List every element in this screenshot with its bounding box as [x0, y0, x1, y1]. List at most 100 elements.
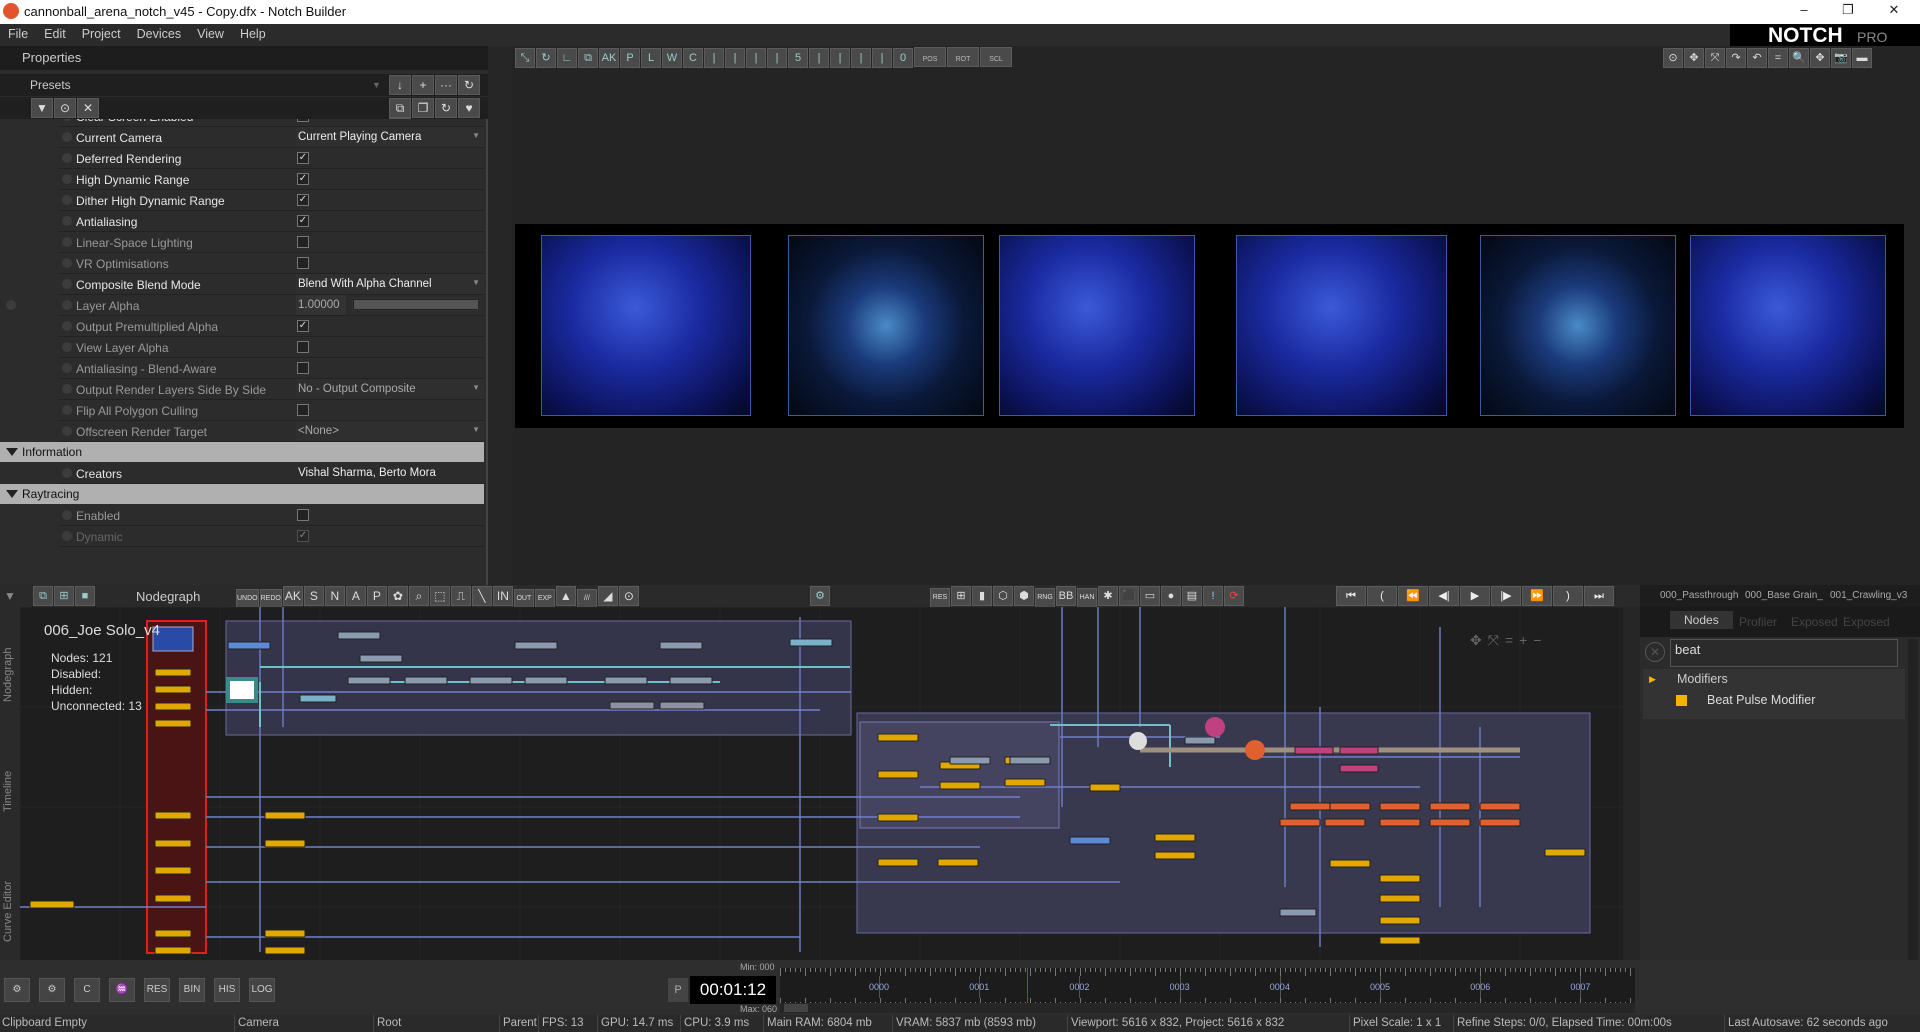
- viewport-tool-button[interactable]: |: [725, 48, 745, 68]
- properties-header[interactable]: Properties: [0, 46, 488, 70]
- nodegraph-tool-button[interactable]: A: [345, 586, 366, 606]
- node[interactable]: [227, 641, 271, 650]
- node[interactable]: [154, 839, 192, 848]
- property-checkbox[interactable]: ✓: [297, 215, 309, 227]
- node[interactable]: [154, 866, 192, 875]
- node[interactable]: [1479, 818, 1521, 827]
- node[interactable]: [937, 858, 979, 867]
- node[interactable]: [154, 685, 192, 694]
- display-tool-button[interactable]: !: [1203, 586, 1223, 606]
- node[interactable]: [154, 946, 192, 955]
- filter-button[interactable]: ✕: [77, 98, 99, 118]
- timeline-scrollbar[interactable]: [780, 1003, 1635, 1013]
- settings-gear-icon[interactable]: ⚙: [810, 586, 830, 606]
- close-button[interactable]: ✕: [1874, 2, 1914, 18]
- display-tool-button[interactable]: RNG: [1035, 588, 1055, 608]
- panel-tab-exposed[interactable]: Exposed: [1843, 615, 1890, 629]
- node[interactable]: [1379, 874, 1421, 883]
- keyframe-dot-icon[interactable]: [62, 342, 72, 352]
- node[interactable]: [154, 702, 192, 711]
- property-dropdown[interactable]: Blend With Alpha Channel: [296, 274, 484, 294]
- property-checkbox[interactable]: [297, 362, 309, 374]
- viewport-tool-button[interactable]: 5: [788, 48, 808, 68]
- nodegraph-tool-button[interactable]: ///: [576, 589, 597, 609]
- display-tool-button[interactable]: BB: [1056, 586, 1076, 606]
- node[interactable]: [1089, 783, 1121, 792]
- keyframe-dot-icon[interactable]: [62, 279, 72, 289]
- nodegraph-scrollbar[interactable]: [1623, 607, 1635, 960]
- node[interactable]: [789, 638, 833, 647]
- display-tool-button[interactable]: ⬢: [1014, 586, 1034, 606]
- display-tool-button[interactable]: ▭: [1140, 586, 1160, 606]
- nodegraph-tool-button[interactable]: S: [303, 586, 324, 606]
- nodegraph-tool-button[interactable]: ╲: [471, 586, 492, 606]
- node[interactable]: [1184, 736, 1216, 745]
- node-sphere[interactable]: [1205, 717, 1225, 737]
- keyframe-dot-icon[interactable]: [62, 384, 72, 394]
- tool-button[interactable]: LOG: [249, 978, 275, 1002]
- help-icon[interactable]: [6, 300, 16, 310]
- tab-curve-editor[interactable]: Curve Editor: [2, 881, 14, 942]
- node[interactable]: [1379, 916, 1421, 925]
- node[interactable]: [609, 701, 655, 710]
- transport-button[interactable]: ⏪: [1398, 586, 1428, 606]
- nodegraph-tool-button[interactable]: P: [366, 586, 387, 606]
- node[interactable]: [1154, 833, 1196, 842]
- property-action-button[interactable]: ♥: [458, 98, 480, 118]
- preset-button[interactable]: ↻: [458, 75, 480, 95]
- layer-tab[interactable]: 000_Passthrough: [1660, 590, 1740, 601]
- tool-button[interactable]: RES: [144, 978, 170, 1002]
- node[interactable]: [949, 756, 991, 765]
- render-viewport[interactable]: ⤡ ↻ ∟ ⧉ AK P L W C | | | | 5 | | | | 0 POS ROT SCL ⊙ ✥ ⤧ ↷ ↶ = 🔍 ✥ 📷 ▬: [512, 46, 1920, 585]
- viewport-tool-button[interactable]: |: [830, 48, 850, 68]
- node[interactable]: [659, 701, 705, 710]
- nodes-panel-scrollbar[interactable]: [1908, 639, 1918, 1009]
- transport-button[interactable]: ⏩: [1522, 586, 1552, 606]
- nodegraph-tool-button[interactable]: IN: [492, 586, 513, 606]
- node[interactable]: [877, 813, 919, 822]
- filter-button[interactable]: ▼: [31, 98, 53, 118]
- node[interactable]: [1429, 818, 1471, 827]
- node[interactable]: [877, 858, 919, 867]
- node-sphere[interactable]: [1129, 732, 1147, 750]
- property-action-button[interactable]: ❐: [412, 98, 434, 118]
- property-checkbox[interactable]: [297, 236, 309, 248]
- display-tool-button[interactable]: ⊞: [951, 586, 971, 606]
- nodegraph-tool-button[interactable]: ⎍: [450, 586, 471, 606]
- node-sphere[interactable]: [1245, 740, 1265, 760]
- keyframe-dot-icon[interactable]: [62, 405, 72, 415]
- keyframe-dot-icon[interactable]: [62, 195, 72, 205]
- node[interactable]: [877, 733, 919, 742]
- viewport-tool-button[interactable]: |: [872, 48, 892, 68]
- node[interactable]: [404, 676, 448, 685]
- menu-view[interactable]: View: [189, 24, 232, 41]
- node[interactable]: [877, 770, 919, 779]
- node[interactable]: [264, 839, 306, 848]
- panel-tab-profiler[interactable]: Profiler: [1739, 615, 1777, 629]
- display-tool-button[interactable]: RES: [930, 588, 950, 608]
- keyframe-dot-icon[interactable]: [62, 363, 72, 373]
- keyframe-dot-icon[interactable]: [62, 174, 72, 184]
- node[interactable]: [337, 631, 381, 640]
- menu-project[interactable]: Project: [74, 24, 129, 41]
- keyframe-dot-icon[interactable]: [62, 237, 72, 247]
- property-slider[interactable]: [352, 298, 478, 311]
- nodegraph-tool-button[interactable]: ✿: [387, 586, 408, 606]
- transport-button[interactable]: ⏭: [1584, 586, 1614, 606]
- node[interactable]: [1544, 848, 1586, 857]
- nodegraph-canvas[interactable]: 006_Joe Solo_v4 Nodes: 121 Disabled: Hid…: [20, 607, 1635, 960]
- keyframe-dot-icon[interactable]: [62, 153, 72, 163]
- keyframe-dot-icon[interactable]: [62, 132, 72, 142]
- node[interactable]: [154, 811, 192, 820]
- tool-button[interactable]: ♒: [109, 978, 135, 1002]
- node[interactable]: [514, 641, 558, 650]
- camera-tool-button[interactable]: ↶: [1747, 48, 1767, 68]
- node[interactable]: [1329, 859, 1371, 868]
- nodegraph-tool-button[interactable]: UNDO: [236, 589, 259, 609]
- viewport-tool-button[interactable]: ⤡: [515, 48, 535, 68]
- node[interactable]: [1339, 764, 1379, 773]
- property-checkbox[interactable]: ✓: [297, 320, 309, 332]
- transport-button[interactable]: ⏮: [1336, 586, 1366, 606]
- node[interactable]: [359, 654, 403, 663]
- node-search-input[interactable]: [1670, 639, 1898, 667]
